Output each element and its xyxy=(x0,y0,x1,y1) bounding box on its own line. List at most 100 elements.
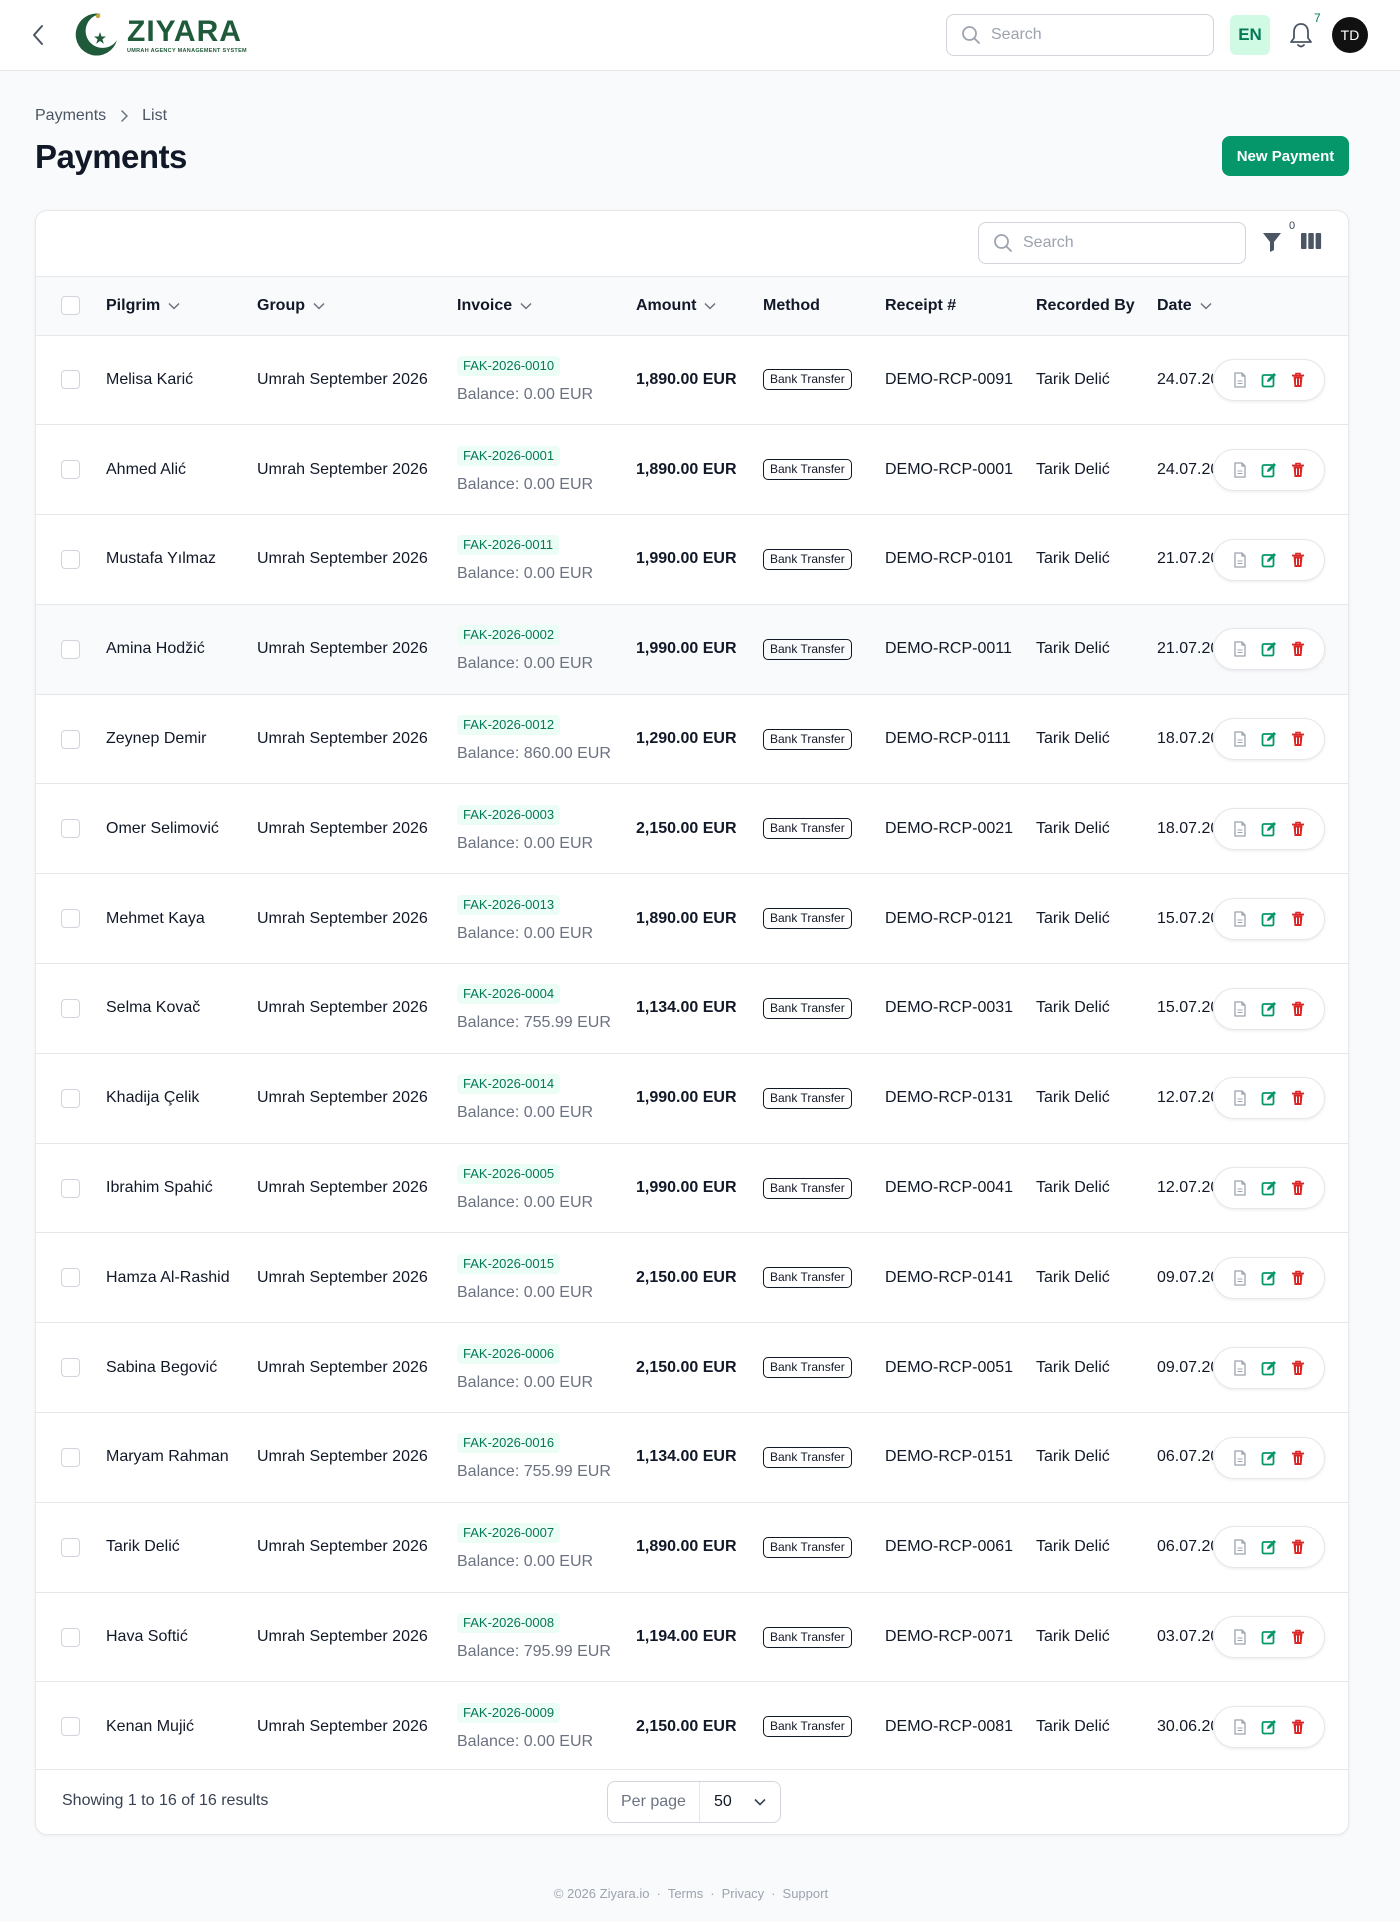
row-checkbox[interactable] xyxy=(61,639,80,659)
edit-icon[interactable] xyxy=(1260,1628,1278,1646)
row-checkbox[interactable] xyxy=(61,1537,80,1557)
delete-icon[interactable] xyxy=(1289,1628,1307,1646)
delete-icon[interactable] xyxy=(1289,1718,1307,1736)
filter-button[interactable] xyxy=(1261,230,1285,256)
view-pdf-icon[interactable] xyxy=(1231,1628,1249,1646)
invoice-badge[interactable]: FAK-2026-0013 xyxy=(457,894,561,915)
view-pdf-icon[interactable] xyxy=(1231,1449,1249,1467)
row-checkbox[interactable] xyxy=(61,1178,80,1198)
table-row[interactable]: Kenan Mujić Umrah September 2026 FAK-2026-… xyxy=(36,1682,1348,1772)
edit-icon[interactable] xyxy=(1260,730,1278,748)
row-checkbox[interactable] xyxy=(61,909,80,929)
delete-icon[interactable] xyxy=(1289,1000,1307,1018)
app-logo[interactable]: ZIYARA UMRAH AGENCY MANAGEMENT SYSTEM xyxy=(71,9,247,61)
table-row[interactable]: Hava Softić Umrah September 2026 FAK-2026-… xyxy=(36,1592,1348,1682)
delete-icon[interactable] xyxy=(1289,1089,1307,1107)
column-header-amount[interactable]: Amount xyxy=(636,297,763,315)
table-row[interactable]: Khadija Çelik Umrah September 2026 FAK-202… xyxy=(36,1053,1348,1144)
edit-icon[interactable] xyxy=(1260,820,1278,838)
table-row[interactable]: Omer Selimović Umrah September 2026 FAK-20… xyxy=(36,784,1348,874)
table-row[interactable]: Sabina Begović Umrah September 2026 FAK-20… xyxy=(36,1323,1348,1413)
row-checkbox[interactable] xyxy=(61,729,80,749)
invoice-badge[interactable]: FAK-2026-0010 xyxy=(457,355,561,376)
view-pdf-icon[interactable] xyxy=(1231,1269,1249,1287)
invoice-badge[interactable]: FAK-2026-0016 xyxy=(457,1433,561,1454)
invoice-badge[interactable]: FAK-2026-0001 xyxy=(457,445,561,466)
footer-link-support[interactable]: Support xyxy=(783,1886,829,1901)
row-checkbox[interactable] xyxy=(61,1447,80,1467)
edit-icon[interactable] xyxy=(1260,1179,1278,1197)
column-header-pilgrim[interactable]: Pilgrim xyxy=(106,297,257,315)
view-pdf-icon[interactable] xyxy=(1231,461,1249,479)
row-checkbox[interactable] xyxy=(61,1358,80,1378)
breadcrumb-item-payments[interactable]: Payments xyxy=(35,107,106,125)
table-row[interactable]: Amina Hodžić Umrah September 2026 FAK-2026… xyxy=(36,604,1348,695)
table-row[interactable]: Maryam Rahman Umrah September 2026 FAK-202… xyxy=(36,1413,1348,1503)
invoice-badge[interactable]: FAK-2026-0015 xyxy=(457,1253,561,1274)
row-checkbox[interactable] xyxy=(61,998,80,1018)
view-pdf-icon[interactable] xyxy=(1231,730,1249,748)
table-row[interactable]: Zeynep Demir Umrah September 2026 FAK-2026… xyxy=(36,694,1348,784)
delete-icon[interactable] xyxy=(1289,1179,1307,1197)
view-pdf-icon[interactable] xyxy=(1231,640,1249,658)
edit-icon[interactable] xyxy=(1260,1269,1278,1287)
edit-icon[interactable] xyxy=(1260,371,1278,389)
table-row[interactable]: Mehmet Kaya Umrah September 2026 FAK-2026-… xyxy=(36,874,1348,964)
footer-link-terms[interactable]: Terms xyxy=(668,1886,703,1901)
footer-link-privacy[interactable]: Privacy xyxy=(722,1886,765,1901)
table-row[interactable]: Tarik Delić Umrah September 2026 FAK-2026-… xyxy=(36,1502,1348,1593)
edit-icon[interactable] xyxy=(1260,640,1278,658)
invoice-badge[interactable]: FAK-2026-0011 xyxy=(457,535,560,556)
language-switcher[interactable]: EN xyxy=(1230,15,1270,55)
invoice-badge[interactable]: FAK-2026-0009 xyxy=(457,1702,561,1723)
table-row[interactable]: Melisa Karić Umrah September 2026 FAK-2026… xyxy=(36,335,1348,425)
global-search-input[interactable] xyxy=(991,26,1191,44)
per-page-select[interactable]: Per page 50 xyxy=(607,1781,781,1823)
user-avatar[interactable]: TD xyxy=(1332,17,1368,53)
delete-icon[interactable] xyxy=(1289,551,1307,569)
delete-icon[interactable] xyxy=(1289,1269,1307,1287)
row-checkbox[interactable] xyxy=(61,370,80,390)
view-pdf-icon[interactable] xyxy=(1231,1000,1249,1018)
delete-icon[interactable] xyxy=(1289,461,1307,479)
delete-icon[interactable] xyxy=(1289,371,1307,389)
invoice-badge[interactable]: FAK-2026-0007 xyxy=(457,1523,561,1544)
edit-icon[interactable] xyxy=(1260,1089,1278,1107)
invoice-badge[interactable]: FAK-2026-0014 xyxy=(457,1074,561,1095)
column-header-invoice[interactable]: Invoice xyxy=(457,297,636,315)
table-row[interactable]: Selma Kovač Umrah September 2026 FAK-2026-… xyxy=(36,964,1348,1054)
delete-icon[interactable] xyxy=(1289,910,1307,928)
row-checkbox[interactable] xyxy=(61,1268,80,1288)
table-row[interactable]: Ahmed Alić Umrah September 2026 FAK-2026-0… xyxy=(36,425,1348,515)
view-pdf-icon[interactable] xyxy=(1231,1089,1249,1107)
column-header-date[interactable]: Date xyxy=(1157,297,1348,315)
new-payment-button[interactable]: New Payment xyxy=(1222,136,1349,176)
table-row[interactable]: Hamza Al-Rashid Umrah September 2026 FAK-2… xyxy=(36,1233,1348,1323)
invoice-badge[interactable]: FAK-2026-0002 xyxy=(457,625,561,646)
edit-icon[interactable] xyxy=(1260,1449,1278,1467)
invoice-badge[interactable]: FAK-2026-0006 xyxy=(457,1343,561,1364)
row-checkbox[interactable] xyxy=(61,549,80,569)
view-pdf-icon[interactable] xyxy=(1231,1359,1249,1377)
per-page-dropdown[interactable]: 50 xyxy=(700,1782,780,1822)
row-checkbox[interactable] xyxy=(61,1088,80,1108)
view-pdf-icon[interactable] xyxy=(1231,910,1249,928)
row-checkbox[interactable] xyxy=(61,460,80,480)
delete-icon[interactable] xyxy=(1289,820,1307,838)
table-search-input[interactable] xyxy=(1023,234,1223,252)
global-search[interactable] xyxy=(946,14,1214,56)
row-checkbox[interactable] xyxy=(61,1627,80,1647)
edit-icon[interactable] xyxy=(1260,461,1278,479)
delete-icon[interactable] xyxy=(1289,640,1307,658)
invoice-badge[interactable]: FAK-2026-0012 xyxy=(457,715,561,736)
select-all-checkbox[interactable] xyxy=(61,296,80,316)
delete-icon[interactable] xyxy=(1289,730,1307,748)
view-pdf-icon[interactable] xyxy=(1231,1718,1249,1736)
invoice-badge[interactable]: FAK-2026-0004 xyxy=(457,984,561,1005)
edit-icon[interactable] xyxy=(1260,1538,1278,1556)
view-pdf-icon[interactable] xyxy=(1231,1538,1249,1556)
table-row[interactable]: Mustafa Yılmaz Umrah September 2026 FAK-20… xyxy=(36,515,1348,605)
row-checkbox[interactable] xyxy=(61,1717,80,1737)
edit-icon[interactable] xyxy=(1260,910,1278,928)
back-button[interactable] xyxy=(24,20,52,50)
